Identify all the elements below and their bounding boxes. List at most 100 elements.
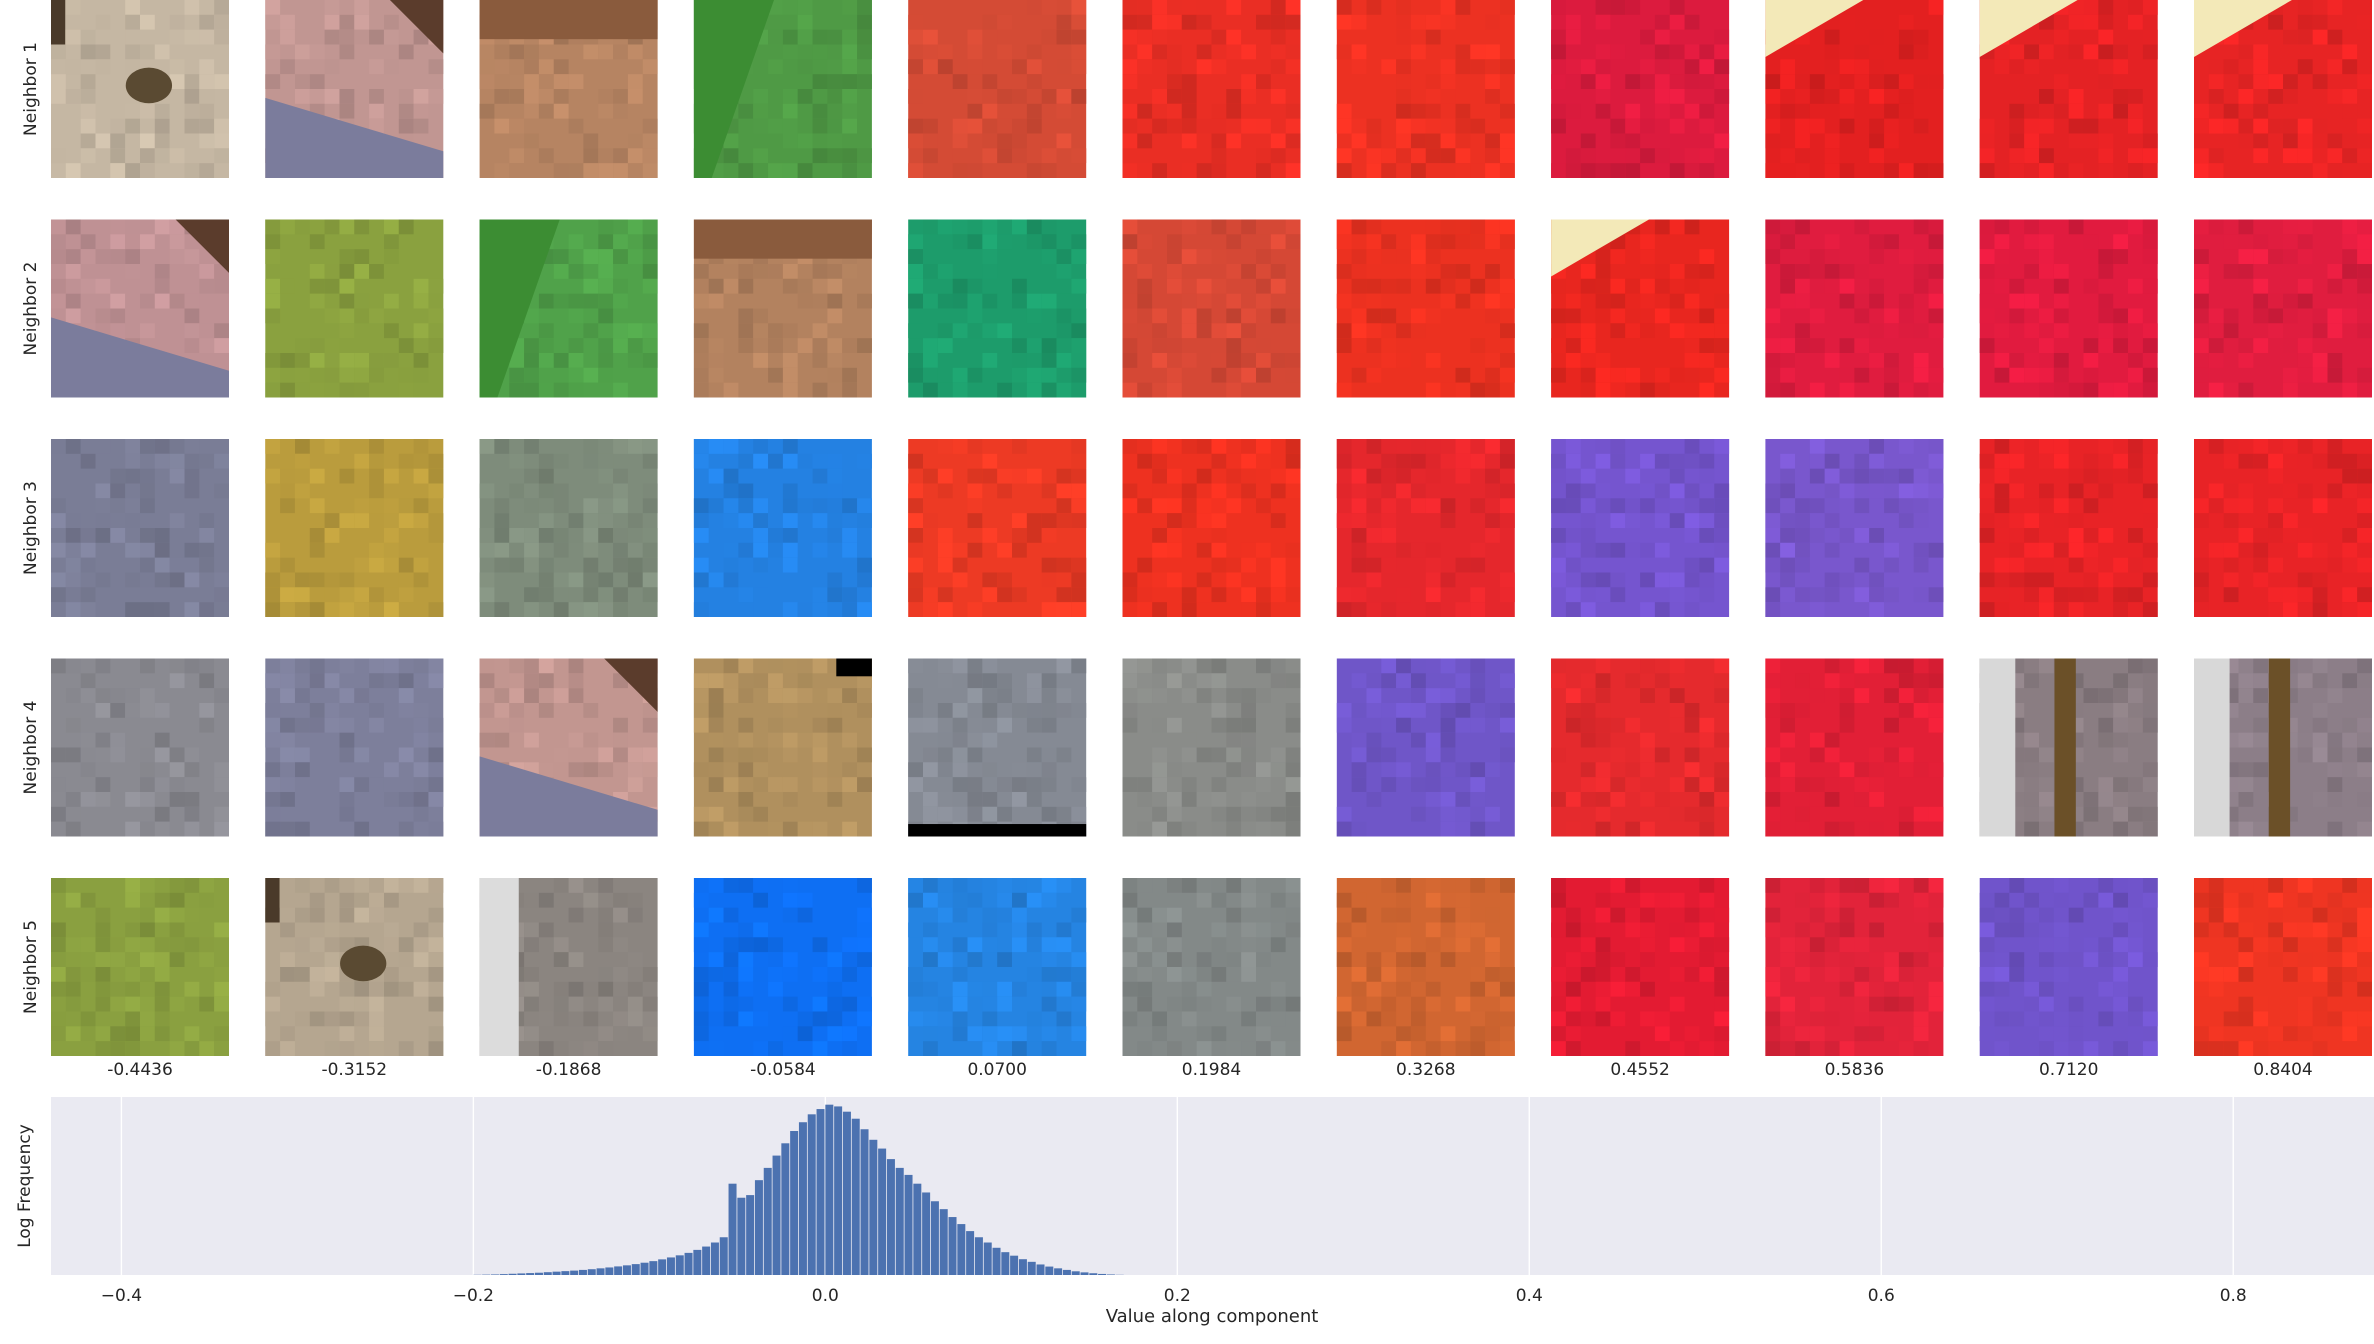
histogram-bar <box>614 1266 623 1275</box>
neighbor-patch <box>2194 439 2372 617</box>
histogram-bar <box>1010 1255 1019 1275</box>
neighbor-patch <box>1765 219 1944 398</box>
histogram-bar <box>895 1167 904 1275</box>
row-label: Neighbor 1 <box>21 42 41 136</box>
neighbor-patch <box>693 219 872 398</box>
neighbor-patch <box>2194 219 2372 398</box>
histogram-bar <box>957 1224 966 1275</box>
neighbor-patch <box>1122 219 1301 398</box>
histogram-plot-area <box>51 1097 2374 1275</box>
neighbor-patch <box>265 878 444 1056</box>
column-value-label: 0.8404 <box>2253 1060 2312 1080</box>
row-label: Neighbor 5 <box>21 920 41 1014</box>
figure: Neighbor 1 Neighbor 2 Neighbor 3 Neighbor 4… <box>15 0 2374 1327</box>
histogram-bar <box>596 1268 605 1275</box>
histogram-bar <box>499 1274 508 1275</box>
histogram-bar <box>526 1273 535 1275</box>
histogram-bar <box>1089 1273 1098 1275</box>
histogram-bar <box>710 1242 719 1275</box>
histogram-bar <box>570 1270 579 1275</box>
histogram-bar <box>913 1183 922 1275</box>
histogram-bar <box>763 1167 772 1275</box>
histogram-bar <box>1036 1264 1045 1275</box>
column-value-label: -0.4436 <box>107 1060 173 1080</box>
neighbor-patch <box>693 0 872 178</box>
neighbor-patch <box>693 439 872 617</box>
neighbor-patch <box>51 0 229 178</box>
neighbor-patch <box>1122 439 1301 617</box>
histogram-bar <box>508 1273 517 1275</box>
histogram-bar <box>702 1246 711 1275</box>
histogram-ylabel: Log Frequency <box>15 1124 35 1248</box>
histogram-xtick-label: −0.4 <box>101 1286 142 1306</box>
histogram-bar <box>622 1265 631 1275</box>
histogram-bar <box>693 1249 702 1275</box>
histogram-bar <box>490 1274 499 1275</box>
column-value-label: -0.3152 <box>321 1060 387 1080</box>
neighbor-patch <box>2194 878 2372 1056</box>
neighbor-patch <box>1979 0 2158 178</box>
histogram-bar <box>754 1180 763 1275</box>
neighbor-patch <box>908 658 1087 837</box>
histogram-bar <box>728 1183 737 1275</box>
neighbor-patch <box>51 658 229 837</box>
histogram-bar <box>578 1269 587 1275</box>
neighbor-patch <box>1336 0 1515 178</box>
histogram-bar <box>983 1242 992 1275</box>
column-value-label: 0.5836 <box>1825 1060 1884 1080</box>
column-value-label: 0.1984 <box>1182 1060 1241 1080</box>
histogram-bar <box>1071 1271 1080 1275</box>
histogram-bar <box>886 1159 895 1275</box>
histogram-bar <box>1106 1274 1115 1275</box>
neighbor-patch <box>479 878 658 1056</box>
neighbor-patch <box>479 0 658 178</box>
histogram-bar <box>675 1255 684 1275</box>
neighbor-patch <box>1551 0 1730 178</box>
histogram-bar <box>587 1269 596 1275</box>
histogram-xtick-label: 0.4 <box>1516 1286 1543 1306</box>
neighbor-patch <box>1979 219 2158 398</box>
column-value-label: -0.1868 <box>536 1060 602 1080</box>
histogram-bar <box>552 1271 561 1275</box>
neighbor-patch <box>479 439 658 617</box>
neighbor-patch <box>479 658 658 837</box>
histogram-xtick-label: 0.6 <box>1868 1286 1895 1306</box>
histogram-bar <box>948 1217 957 1275</box>
histogram-bar <box>825 1104 834 1275</box>
neighbor-patch <box>2194 0 2372 178</box>
neighbor-patch <box>693 878 872 1056</box>
neighbor-patch <box>908 878 1087 1056</box>
histogram: −0.4 −0.2 0.0 0.2 0.4 0.6 0.8 Value along compo… <box>15 1097 2374 1327</box>
histogram-bar <box>640 1262 649 1275</box>
histogram-bar <box>772 1155 781 1275</box>
histogram-bar <box>631 1264 640 1275</box>
histogram-bar <box>922 1192 931 1275</box>
histogram-bar <box>1018 1259 1027 1275</box>
neighbor-patch <box>1336 878 1515 1056</box>
histogram-bar <box>851 1118 860 1275</box>
histogram-bar <box>649 1261 658 1275</box>
histogram-bar <box>807 1114 816 1275</box>
neighbor-patch <box>1336 658 1515 837</box>
histogram-bar <box>1045 1266 1054 1275</box>
neighbor-patch <box>908 219 1087 398</box>
histogram-bar <box>930 1201 939 1275</box>
neighbor-patch <box>1551 878 1730 1056</box>
histogram-bar <box>869 1139 878 1275</box>
histogram-xtick-label: 0.8 <box>2220 1286 2247 1306</box>
neighbor-patch <box>1551 439 1730 617</box>
neighbor-patch <box>1336 439 1515 617</box>
row-label: Neighbor 4 <box>21 701 41 795</box>
histogram-bar <box>534 1272 543 1275</box>
neighbor-patch <box>1979 658 2158 837</box>
histogram-bar <box>790 1131 799 1275</box>
histogram-bar <box>834 1106 843 1275</box>
histogram-bar <box>904 1174 913 1275</box>
column-value-labels: -0.4436 -0.3152 -0.1868 -0.0584 0.0700 0.1984… <box>107 1060 2313 1080</box>
histogram-bar <box>1080 1272 1089 1275</box>
neighbor-patch <box>1979 439 2158 617</box>
histogram-xlabel: Value along component <box>1106 1306 1319 1327</box>
histogram-bar <box>842 1111 851 1275</box>
column-value-label: 0.7120 <box>2039 1060 2098 1080</box>
neighbor-patch <box>1979 878 2158 1056</box>
